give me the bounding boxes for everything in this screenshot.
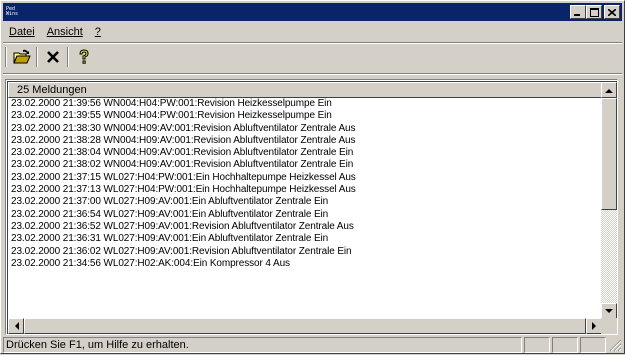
minimize-button[interactable] [570,5,586,19]
menu-datei[interactable]: Datei [3,26,41,38]
status-pane-2 [552,337,578,353]
list-item[interactable]: 23.02.2000 21:37:15 WL027:H04:PW:001:Ein… [8,172,602,184]
vertical-scrollbar[interactable] [601,82,617,319]
help-question-icon [78,49,89,64]
toolbar-separator-2 [67,47,69,67]
list-item[interactable]: 23.02.2000 21:38:30 WN004:H09:AV:001:Rev… [8,123,602,135]
toolbar [5,45,620,69]
status-text: Drücken Sie F1, um Hilfe zu erhalten. [3,337,522,353]
list-rows[interactable]: 23.02.2000 21:39:56 WN004:H04:PW:001:Rev… [8,98,602,319]
menu-bar: Datei Ansicht ? [3,23,622,41]
title-buttons [570,5,620,19]
title-bar[interactable]: Ped Wins [3,3,622,21]
help-button[interactable] [72,46,95,68]
status-pane-1 [524,337,550,353]
list-item[interactable]: 23.02.2000 21:39:56 WN004:H04:PW:001:Rev… [8,98,602,110]
open-folder-icon [12,49,31,64]
menu-ansicht-label: Ansicht [46,26,83,38]
list-item[interactable]: 23.02.2000 21:36:52 WL027:H09:AV:001:Rev… [8,221,602,233]
messages-list[interactable]: 25 Meldungen 23.02.2000 21:39:56 WN004:H… [5,79,618,335]
arrow-down-icon [605,308,613,313]
menu-datei-label: Datei [9,26,35,38]
list-item[interactable]: 23.02.2000 21:37:00 WL027:H09:AV:001:Ein… [8,196,602,208]
minimize-icon [574,14,580,16]
toolbar-grip [5,47,7,67]
horizontal-scrollbar[interactable] [8,318,602,334]
vertical-scroll-thumb[interactable] [601,98,617,210]
scrollbar-corner [601,318,617,334]
menu-ansicht[interactable]: Ansicht [41,26,89,38]
list-item[interactable]: 23.02.2000 21:38:04 WN004:H09:AV:001:Rev… [8,147,602,159]
menu-help-label: ? [94,26,101,38]
app-icon[interactable]: Ped Wins [6,6,20,18]
list-item[interactable]: 23.02.2000 21:38:28 WN004:H09:AV:001:Rev… [8,135,602,147]
close-button[interactable] [604,5,620,19]
scroll-left-button[interactable] [8,318,24,334]
resize-grip-icon[interactable] [608,338,622,352]
arrow-left-icon [14,322,19,330]
open-button[interactable] [10,46,33,68]
toolbar-separator [36,47,38,67]
delete-button[interactable] [41,46,64,68]
list-item[interactable]: 23.02.2000 21:34:56 WL027:H02:AK:004:Ein… [8,258,602,270]
status-bar: Drücken Sie F1, um Hilfe zu erhalten. [3,337,622,353]
scroll-up-button[interactable] [601,82,617,98]
list-item[interactable]: 23.02.2000 21:36:54 WL027:H09:AV:001:Ein… [8,209,602,221]
app-icon-text-bottom: Wins [6,11,19,17]
status-pane-3 [580,337,606,353]
horizontal-scroll-thumb[interactable] [24,318,586,334]
maximize-button[interactable] [586,5,602,19]
close-icon [608,8,616,16]
list-item[interactable]: 23.02.2000 21:36:02 WL027:H09:AV:001:Rev… [8,246,602,258]
menu-help[interactable]: ? [89,26,107,38]
arrow-right-icon [591,322,596,330]
list-item[interactable]: 23.02.2000 21:38:02 WN004:H09:AV:001:Rev… [8,159,602,171]
list-item[interactable]: 23.02.2000 21:39:55 WN004:H04:PW:001:Rev… [8,110,602,122]
list-item[interactable]: 23.02.2000 21:36:31 WL027:H09:AV:001:Ein… [8,233,602,245]
list-item[interactable]: 23.02.2000 21:37:13 WL027:H04:PW:001:Ein… [8,184,602,196]
main-window: Ped Wins Datei Ansicht ? 25 Meldungen 23… [0,0,625,354]
arrow-up-icon [605,88,613,93]
messages-list-inner: 25 Meldungen 23.02.2000 21:39:56 WN004:H… [7,81,617,334]
delete-x-icon [46,51,59,63]
scroll-down-button[interactable] [601,303,617,319]
menu-separator [3,42,622,44]
toolbar-separator-line [3,73,622,75]
list-header[interactable]: 25 Meldungen [8,82,602,98]
scroll-right-button[interactable] [586,318,602,334]
maximize-icon [589,7,599,17]
